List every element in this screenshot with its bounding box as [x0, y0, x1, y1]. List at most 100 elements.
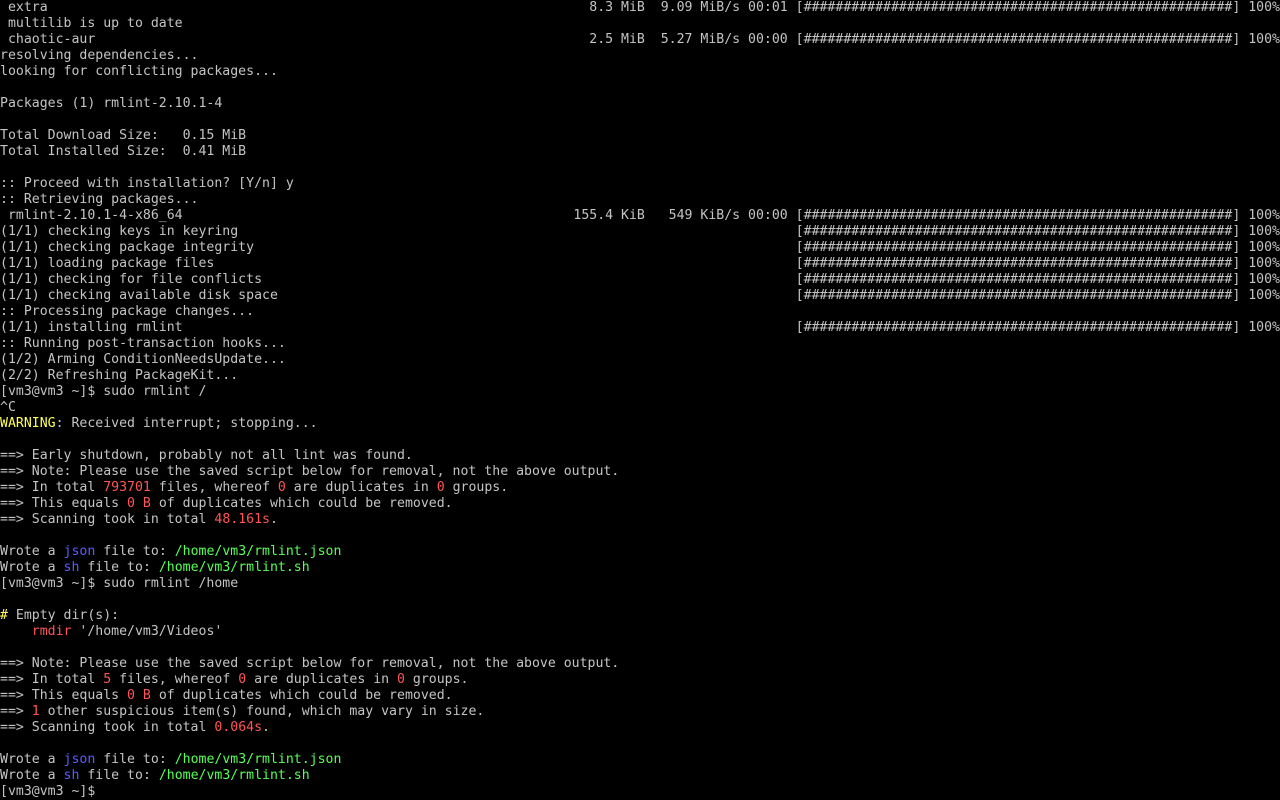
terminal-prompt-line: [vm3@vm3 ~]$ sudo rmlint /: [0, 384, 1280, 400]
terminal-text-default: of duplicates which could be removed.: [150, 496, 453, 511]
terminal-line: Wrote a json file to: /home/vm3/rmlint.j…: [0, 752, 1280, 768]
terminal-line: ==> Note: Please use the saved script be…: [0, 656, 1280, 672]
terminal-line: looking for conflicting packages...: [0, 64, 1280, 80]
terminal-text-default: ==> Scanning took in total: [0, 512, 215, 527]
terminal-line: resolving dependencies...: [0, 48, 1280, 64]
terminal-text-number: 1: [31, 704, 40, 719]
terminal-text-default: ==> This equals: [0, 688, 128, 703]
terminal-text-default: ==> Scanning took in total: [0, 720, 215, 735]
terminal-screen[interactable]: extra 8.3 MiB 9.09 MiB/s 00:01 [#########…: [0, 0, 1280, 800]
terminal-text-default: ==> In total: [0, 672, 104, 687]
terminal-line: WARNING: Received interrupt; stopping...: [0, 416, 1280, 432]
terminal-line-sync: chaotic-aur 2.5 MiB 5.27 MiB/s 00:00 [###…: [0, 32, 1280, 48]
terminal-line-progress: (1/1) checking keys in keyring [#########…: [0, 224, 1280, 240]
terminal-line: ==> Scanning took in total 48.161s.: [0, 512, 1280, 528]
terminal-text-default: ==> This equals: [0, 496, 128, 511]
terminal-text-default: files, whereof: [150, 480, 278, 495]
progress-status: [#######################################…: [795, 320, 1280, 335]
progress-status: 155.4 KiB 549 KiB/s 00:00 [#############…: [573, 208, 1280, 223]
terminal-text-default: ==> Note: Please use the saved script be…: [0, 464, 620, 479]
progress-status: [#######################################…: [795, 256, 1280, 271]
terminal-text-number: 0 B: [127, 496, 151, 511]
terminal-line: :: Proceed with installation? [Y/n] y: [0, 176, 1280, 192]
terminal-active-prompt[interactable]: [vm3@vm3 ~]$: [0, 784, 1280, 800]
terminal-text-default: of duplicates which could be removed.: [150, 688, 453, 703]
terminal-text-number: rmdir: [31, 624, 72, 639]
terminal-text-default: Total Download Size: 0.15 MiB: [0, 128, 247, 143]
terminal-text-format: json: [63, 544, 96, 559]
terminal-text-default: .: [262, 720, 270, 735]
terminal-text-default: resolving dependencies...: [0, 48, 199, 63]
terminal-text-default: other suspicious item(s) found, which ma…: [39, 704, 485, 719]
terminal-text-path: /home/vm3/rmlint.sh: [158, 560, 310, 575]
terminal-text-default: .: [269, 512, 278, 527]
terminal-text-number: 0: [238, 672, 247, 687]
terminal-line: Wrote a sh file to: /home/vm3/rmlint.sh: [0, 768, 1280, 784]
terminal-text-default: file to:: [95, 752, 175, 767]
terminal-line: (1/2) Arming ConditionNeedsUpdate...: [0, 352, 1280, 368]
terminal-text-default: Wrote a: [0, 544, 64, 559]
terminal-text-default: :: Proceed with installation? [Y/n] y: [0, 176, 294, 191]
terminal-line: ==> In total 5 files, whereof 0 are dupl…: [0, 672, 1280, 688]
terminal-line-progress: (1/1) loading package files [############…: [0, 256, 1280, 272]
terminal-line: ^C: [0, 400, 1280, 416]
terminal-text-default: [0, 624, 32, 639]
terminal-text-default: ==> In total: [0, 480, 104, 495]
terminal-text-default: :: Running post-transaction hooks...: [0, 336, 286, 351]
terminal-line: :: Running post-transaction hooks...: [0, 336, 1280, 352]
terminal-text-default: (1/2) Arming ConditionNeedsUpdate...: [0, 352, 286, 367]
terminal-text-default: looking for conflicting packages...: [0, 64, 278, 79]
terminal-text-default: ==> Note: Please use the saved script be…: [0, 656, 620, 671]
terminal-line: :: Processing package changes...: [0, 304, 1280, 320]
terminal-text-number: 0: [397, 672, 405, 687]
terminal-line: ==> Note: Please use the saved script be…: [0, 464, 1280, 480]
terminal-text-default: (1/1) checking for file conflicts: [0, 272, 263, 287]
terminal-text-default: multilib is up to date: [0, 16, 183, 31]
terminal-line-progress: (1/1) checking package integrity [#######…: [0, 240, 1280, 256]
terminal-line: Total Installed Size: 0.41 MiB: [0, 144, 1280, 160]
terminal-text-default: are duplicates in: [285, 480, 437, 495]
terminal-cursor[interactable]: [95, 784, 103, 799]
terminal-text-number: 0: [277, 480, 286, 495]
terminal-line: ==> 1 other suspicious item(s) found, wh…: [0, 704, 1280, 720]
terminal-text-default: ==>: [0, 704, 32, 719]
terminal-text-comment: #: [0, 608, 8, 623]
terminal-line-sync: extra 8.3 MiB 9.09 MiB/s 00:01 [#########…: [0, 0, 1280, 16]
terminal-line: ==> This equals 0 B of duplicates which …: [0, 496, 1280, 512]
terminal-text-default: (2/2) Refreshing PackageKit...: [0, 368, 239, 383]
terminal-text-default: : Received interrupt; stopping...: [55, 416, 318, 431]
terminal-line: ==> Scanning took in total 0.064s.: [0, 720, 1280, 736]
terminal-line: (2/2) Refreshing PackageKit...: [0, 368, 1280, 384]
terminal-text-path: /home/vm3/rmlint.json: [174, 752, 342, 767]
terminal-text-default: Wrote a: [0, 768, 64, 783]
terminal-line: rmdir '/home/vm3/Videos': [0, 624, 1280, 640]
terminal-line: # Empty dir(s):: [0, 608, 1280, 624]
terminal-line: ==> Early shutdown, probably not all lin…: [0, 448, 1280, 464]
terminal-text-format: sh: [63, 768, 80, 783]
progress-status: 8.3 MiB 9.09 MiB/s 00:01 [##############…: [589, 0, 1280, 15]
terminal-line: Packages (1) rmlint-2.10.1-4: [0, 96, 1280, 112]
terminal-text-default: Wrote a: [0, 752, 64, 767]
progress-status: [#######################################…: [795, 224, 1280, 239]
terminal-text-default: [vm3@vm3 ~]$ sudo rmlint /: [0, 384, 207, 399]
terminal-line: ==> In total 793701 files, whereof 0 are…: [0, 480, 1280, 496]
terminal-text-default: [vm3@vm3 ~]$: [0, 784, 96, 799]
terminal-text-format: sh: [63, 560, 80, 575]
terminal-text-default: ^C: [0, 400, 16, 415]
terminal-line: Total Download Size: 0.15 MiB: [0, 128, 1280, 144]
terminal-text-default: (1/1) checking available disk space: [0, 288, 278, 303]
terminal-text-default: (1/1) installing rmlint: [0, 320, 183, 335]
terminal-line: Wrote a sh file to: /home/vm3/rmlint.sh: [0, 560, 1280, 576]
progress-status: [#######################################…: [795, 272, 1280, 287]
terminal-line-progress: (1/1) checking for file conflicts [######…: [0, 272, 1280, 288]
terminal-text-number: 0.064s: [214, 720, 263, 735]
terminal-text-warning: WARNING: [0, 416, 56, 431]
terminal-text-default: Total Installed Size: 0.41 MiB: [0, 144, 247, 159]
terminal-text-format: json: [63, 752, 96, 767]
terminal-text-default: are duplicates in: [246, 672, 398, 687]
